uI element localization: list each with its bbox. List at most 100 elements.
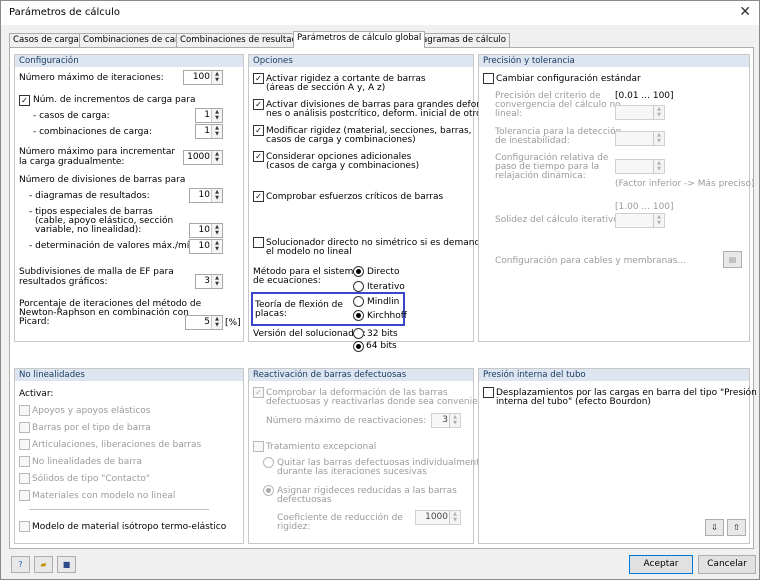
spin-arrows-icon[interactable]: ▲ ▼ — [211, 224, 222, 237]
solver-version-label: Versión del solucionador: — [253, 329, 366, 339]
div-diag-spinner[interactable]: 10 ▲ ▼ — [189, 188, 223, 203]
conv-spinner[interactable]: ▲ ▼ — [615, 105, 665, 120]
shear-stiffness-checkbox[interactable]: ✓ — [253, 73, 264, 84]
precision-header: Precisión y tolerancia — [479, 55, 749, 67]
method-iterative-radio[interactable] — [353, 281, 364, 292]
remove-label-2: durante las iteraciones sucesivas — [277, 467, 427, 477]
method-direct-label: Directo — [367, 267, 400, 277]
spin-arrows-icon[interactable]: ▲ ▼ — [449, 414, 460, 427]
critical-forces-checkbox[interactable]: ✓ — [253, 191, 264, 202]
max-grad-spinner[interactable]: 1000 ▲ ▼ — [183, 150, 223, 165]
assign-stiffness-radio[interactable] — [263, 485, 274, 496]
mindlin-radio[interactable] — [353, 296, 364, 307]
bits64-label: 64 bits — [366, 341, 397, 351]
check-label-2: defectuosas y reactivarlas donde sea con… — [266, 397, 493, 407]
bits64-radio[interactable] — [353, 341, 364, 352]
save-button[interactable]: ■ — [57, 556, 76, 573]
nonlin-member-checkbox[interactable] — [19, 456, 30, 467]
change-standard-label: Cambiar configuración estándar — [496, 74, 641, 84]
config-header: Configuración — [15, 55, 243, 67]
open-button[interactable]: ▰ — [34, 556, 53, 573]
spin-arrows-icon[interactable]: ▲ ▼ — [211, 275, 222, 288]
max-iter-spinner[interactable]: 100 ▲ ▼ — [183, 70, 223, 85]
cancel-button[interactable]: Cancelar — [698, 555, 756, 574]
tab-global-params[interactable]: Parámetros de cálculo global — [293, 31, 426, 48]
nonlin-contact-checkbox[interactable] — [19, 473, 30, 484]
change-standard-checkbox[interactable] — [483, 73, 494, 84]
additional-label-2: (casos de carga y combinaciones) — [266, 161, 420, 171]
tab-load-cases[interactable]: Casos de carga — [9, 33, 83, 47]
spin-arrows-icon[interactable]: ▲ ▼ — [211, 151, 222, 164]
remove-members-radio[interactable] — [263, 457, 274, 468]
cables-label: Configuración para cables y membranas... — [495, 256, 687, 266]
mesh-spinner[interactable]: 3 ▲ ▼ — [195, 274, 223, 289]
folder-icon: ▰ — [40, 560, 47, 569]
tab-result-combos[interactable]: Combinaciones de resultados — [176, 33, 311, 47]
nr-label-3: Picard: — [19, 317, 50, 327]
member-divisions-checkbox[interactable]: ✓ — [253, 99, 264, 110]
title-bar: Parámetros de cálculo ✕ — [1, 1, 759, 25]
div-minmax-label: - determinación de valores máx./mín.: — [29, 241, 201, 251]
mindlin-label: Mindlin — [367, 297, 400, 307]
spin-arrows-icon[interactable]: ▲ ▼ — [653, 214, 664, 227]
div-special-spinner[interactable]: 10 ▲ ▼ — [189, 223, 223, 238]
precision-panel: Precisión y tolerancia Cambiar configura… — [478, 54, 755, 342]
incr-combos-label: - combinaciones de carga: — [33, 127, 152, 137]
close-icon[interactable]: ✕ — [739, 4, 751, 20]
nonlin-materials-checkbox[interactable] — [19, 490, 30, 501]
spin-arrows-icon[interactable]: ▲ ▼ — [211, 109, 222, 122]
spin-arrows-icon[interactable]: ▲ ▼ — [211, 240, 222, 253]
spin-arrows-icon[interactable]: ▲ ▼ — [449, 511, 460, 524]
help-button[interactable]: ? — [11, 556, 30, 573]
nonlin-hinges-checkbox[interactable] — [19, 439, 30, 450]
tol-spinner[interactable]: ▲ ▼ — [615, 131, 665, 146]
spin-arrows-icon[interactable]: ▲ ▼ — [653, 160, 664, 173]
nonlin-materials-label: Materiales con modelo no lineal — [32, 491, 176, 501]
spin-arrows-icon[interactable]: ▲ ▼ — [211, 189, 222, 202]
accept-button[interactable]: Aceptar — [629, 555, 693, 574]
import-icon: ⇩ — [711, 523, 718, 532]
config-panel: Configuración Número máximo de iteracion… — [14, 54, 244, 342]
spin-arrows-icon[interactable]: ▲ ▼ — [211, 71, 222, 84]
incr-cases-spinner[interactable]: 1 ▲ ▼ — [195, 108, 223, 123]
load-increments-checkbox[interactable]: ✓ — [19, 95, 30, 106]
exceptional-treatment-checkbox[interactable] — [253, 441, 264, 452]
modify-stiffness-checkbox[interactable]: ✓ — [253, 125, 264, 136]
export-button[interactable]: ⇧ — [727, 519, 746, 536]
incr-combos-spinner[interactable]: 1 ▲ ▼ — [195, 124, 223, 139]
bits32-radio[interactable] — [353, 328, 364, 339]
settings-icon: ▤ — [728, 255, 737, 264]
spin-arrows-icon[interactable]: ▲ ▼ — [653, 132, 664, 145]
spin-arrows-icon[interactable]: ▲ ▼ — [211, 125, 222, 138]
direct-solver-checkbox[interactable] — [253, 237, 264, 248]
nonlin-supports-checkbox[interactable] — [19, 405, 30, 416]
step-label-3: relajación dinámica: — [495, 171, 586, 181]
additional-options-checkbox[interactable]: ✓ — [253, 151, 264, 162]
max-iter-label: Número máximo de iteraciones: — [19, 73, 164, 83]
pressure-panel: Presión interna del tubo Desplazamientos… — [478, 368, 757, 544]
bits32-label: 32 bits — [367, 329, 398, 339]
save-icon: ■ — [62, 560, 71, 569]
max-reactivations-spinner[interactable]: 3 ▲ ▼ — [431, 413, 461, 428]
nr-unit: [%] — [225, 318, 241, 328]
coef-spinner[interactable]: 1000 ▲ ▼ — [415, 510, 461, 525]
exceptional-label: Tratamiento excepcional — [266, 442, 377, 452]
solid-spinner[interactable]: ▲ ▼ — [615, 213, 665, 228]
nonlin-member-type-checkbox[interactable] — [19, 422, 30, 433]
check-deformation-checkbox[interactable]: ✓ — [253, 387, 264, 398]
help-icon: ? — [18, 560, 23, 569]
div-diag-label: - diagramas de resultados: — [29, 191, 150, 201]
bourdon-checkbox[interactable] — [483, 387, 494, 398]
spin-arrows-icon[interactable]: ▲ ▼ — [653, 106, 664, 119]
import-button[interactable]: ⇩ — [705, 519, 724, 536]
kirchhoff-radio[interactable] — [353, 310, 364, 321]
cables-settings-button[interactable]: ▤ — [723, 251, 742, 268]
step-spinner[interactable]: ▲ ▼ — [615, 159, 665, 174]
div-minmax-spinner[interactable]: 10 ▲ ▼ — [189, 239, 223, 254]
reactivation-header: Reactivación de barras defectuosas — [249, 369, 473, 381]
spin-arrows-icon[interactable]: ▲ ▼ — [211, 316, 222, 329]
thermo-elastic-checkbox[interactable] — [19, 521, 30, 532]
method-direct-radio[interactable] — [353, 266, 364, 277]
modify-label-2: casos de carga y combinaciones) — [266, 135, 416, 145]
nr-spinner[interactable]: 5 ▲ ▼ — [185, 315, 223, 330]
